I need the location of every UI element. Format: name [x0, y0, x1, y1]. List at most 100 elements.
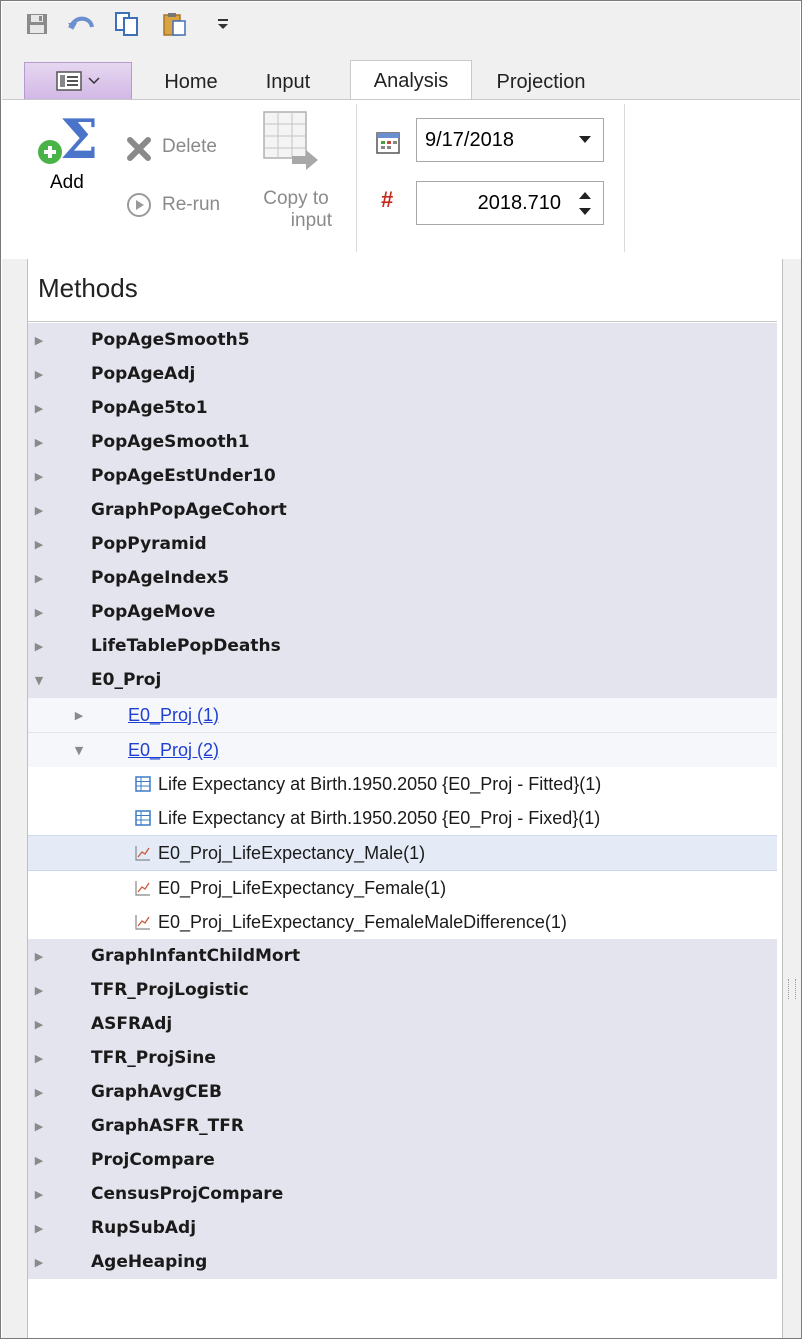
add-method-icon[interactable]: Σ	[32, 107, 104, 171]
expand-arrow-icon[interactable]: ▶	[32, 1255, 46, 1269]
expand-arrow-icon[interactable]: ▶	[32, 949, 46, 963]
add-button[interactable]: Add	[50, 172, 84, 194]
expand-arrow-icon[interactable]: ▶	[32, 1017, 46, 1031]
copy-to-input-label-2: input	[290, 210, 332, 231]
tree-node[interactable]: ▶ PopPyramid	[28, 527, 777, 561]
tree-node[interactable]: ▶ TFR_ProjSine	[28, 1041, 777, 1075]
tree-node[interactable]: ▶ GraphPopAgeCohort	[28, 493, 777, 527]
expand-arrow-icon[interactable]: ▶	[32, 983, 46, 997]
customize-toolbar-icon[interactable]	[208, 11, 238, 37]
undo-icon[interactable]	[66, 11, 96, 37]
expand-arrow-icon[interactable]: ▶	[32, 469, 46, 483]
child-link[interactable]: E0_Proj (1)	[128, 705, 219, 726]
node-label: ASFRAdj	[91, 1014, 173, 1034]
node-label: GraphASFR_TFR	[91, 1116, 244, 1136]
methods-panel: Methods ▶ PopAgeSmooth5 ▶ PopAgeAdj ▶ PopAg…	[27, 259, 783, 1338]
result-label: E0_Proj_LifeExpectancy_FemaleMaleDiffere…	[158, 911, 567, 932]
date-picker[interactable]: 9/17/2018	[416, 118, 604, 162]
panel-title: Methods	[38, 273, 138, 303]
tree-node[interactable]: ▶ PopAgeMove	[28, 595, 777, 629]
splitter-bar[interactable]	[782, 259, 801, 1338]
tree-node[interactable]: ▶ ASFRAdj	[28, 1007, 777, 1041]
date-value: 9/17/2018	[425, 128, 514, 151]
tab-home[interactable]: Home	[150, 64, 232, 100]
expand-arrow-icon[interactable]: ▶	[32, 537, 46, 551]
year-spinner[interactable]: 2018.710	[416, 181, 604, 225]
child-link[interactable]: E0_Proj (2)	[128, 740, 219, 761]
ribbon-tabs: Home Input Analysis Projection	[2, 44, 800, 101]
expand-arrow-icon[interactable]: ▶	[32, 1221, 46, 1235]
application-menu-button[interactable]	[24, 62, 132, 100]
expand-arrow-icon[interactable]: ▶	[32, 1051, 46, 1065]
tree-node[interactable]: ▶ AgeHeaping	[28, 1245, 777, 1279]
divider	[28, 321, 777, 322]
expand-arrow-icon[interactable]: ▶	[32, 367, 46, 381]
expand-arrow-icon[interactable]: ▶	[32, 1187, 46, 1201]
tree-node[interactable]: ▶ RupSubAdj	[28, 1211, 777, 1245]
node-label: GraphInfantChildMort	[91, 946, 301, 966]
collapse-arrow-icon[interactable]: ▼	[72, 743, 86, 757]
node-label: RupSubAdj	[91, 1218, 197, 1238]
expand-arrow-icon[interactable]: ▶	[32, 503, 46, 517]
tree-node[interactable]: ▶ TFR_ProjLogistic	[28, 973, 777, 1007]
tab-analysis[interactable]: Analysis	[350, 60, 472, 101]
result-item[interactable]: Life Expectancy at Birth.1950.2050 {E0_P…	[28, 767, 777, 801]
tree-node[interactable]: ▶ GraphAvgCEB	[28, 1075, 777, 1109]
expand-arrow-icon[interactable]: ▶	[72, 708, 86, 722]
tab-input[interactable]: Input	[248, 64, 328, 100]
tree-node-expanded[interactable]: ▼ E0_Proj	[28, 663, 777, 697]
expand-arrow-icon[interactable]: ▶	[32, 571, 46, 585]
paste-icon[interactable]	[160, 11, 190, 37]
node-label: PopAgeAdj	[91, 364, 196, 384]
copy-icon[interactable]	[112, 11, 142, 37]
spin-up-icon[interactable]	[579, 191, 591, 200]
line-chart-icon	[134, 879, 152, 897]
ribbon-separator	[624, 104, 625, 252]
tab-projection[interactable]: Projection	[480, 64, 602, 100]
expand-arrow-icon[interactable]: ▶	[32, 1153, 46, 1167]
node-label: ProjCompare	[91, 1150, 215, 1170]
methods-tree: ▶ PopAgeSmooth5 ▶ PopAgeAdj ▶ PopAge5to1 ▶ P…	[28, 323, 777, 1279]
svg-text:Σ: Σ	[60, 108, 98, 168]
result-item[interactable]: E0_Proj_LifeExpectancy_Female(1)	[28, 871, 777, 905]
rerun-icon	[126, 192, 152, 218]
expand-arrow-icon[interactable]: ▶	[32, 1085, 46, 1099]
result-item[interactable]: Life Expectancy at Birth.1950.2050 {E0_P…	[28, 801, 777, 835]
dropdown-arrow-icon[interactable]	[579, 136, 591, 144]
table-icon	[134, 775, 152, 793]
tree-node[interactable]: ▶ PopAgeEstUnder10	[28, 459, 777, 493]
expand-arrow-icon[interactable]: ▶	[32, 401, 46, 415]
result-item[interactable]: E0_Proj_LifeExpectancy_FemaleMaleDiffere…	[28, 905, 777, 939]
save-icon[interactable]	[22, 11, 52, 37]
tree-node[interactable]: ▶ LifeTablePopDeaths	[28, 629, 777, 663]
tree-node[interactable]: ▶ GraphInfantChildMort	[28, 939, 777, 973]
tree-node[interactable]: ▶ CensusProjCompare	[28, 1177, 777, 1211]
tree-node[interactable]: ▶ PopAgeIndex5	[28, 561, 777, 595]
expand-arrow-icon[interactable]: ▶	[32, 333, 46, 347]
rerun-button[interactable]: Re-run	[162, 194, 220, 216]
result-label: E0_Proj_LifeExpectancy_Male(1)	[158, 842, 426, 863]
tree-node[interactable]: ▶ PopAge5to1	[28, 391, 777, 425]
tree-node[interactable]: ▶ GraphASFR_TFR	[28, 1109, 777, 1143]
tree-node[interactable]: ▶ PopAgeAdj	[28, 357, 777, 391]
delete-button[interactable]: Delete	[162, 136, 217, 158]
collapse-arrow-icon[interactable]: ▼	[32, 673, 46, 687]
expand-arrow-icon[interactable]: ▶	[32, 605, 46, 619]
spin-down-icon[interactable]	[579, 207, 591, 216]
result-item-selected[interactable]: E0_Proj_LifeExpectancy_Male(1)	[28, 835, 777, 871]
app-window: Home Input Analysis Projection Σ Add Del…	[0, 0, 802, 1339]
node-label: PopAgeEstUnder10	[91, 466, 276, 486]
node-label: PopAgeMove	[91, 602, 216, 622]
tree-child-node[interactable]: ▶ E0_Proj (1)	[28, 697, 777, 732]
node-label: GraphAvgCEB	[91, 1082, 222, 1102]
tree-node[interactable]: ▶ ProjCompare	[28, 1143, 777, 1177]
expand-arrow-icon[interactable]: ▶	[32, 639, 46, 653]
node-label: PopPyramid	[91, 534, 207, 554]
tree-node[interactable]: ▶ PopAgeSmooth5	[28, 323, 777, 357]
tree-child-node-expanded[interactable]: ▼ E0_Proj (2)	[28, 732, 777, 767]
tree-node[interactable]: ▶ PopAgeSmooth1	[28, 425, 777, 459]
splitter-grip-icon[interactable]	[788, 979, 796, 999]
expand-arrow-icon[interactable]: ▶	[32, 1119, 46, 1133]
expand-arrow-icon[interactable]: ▶	[32, 435, 46, 449]
copy-to-input-button[interactable]: Copy to input	[260, 188, 332, 232]
